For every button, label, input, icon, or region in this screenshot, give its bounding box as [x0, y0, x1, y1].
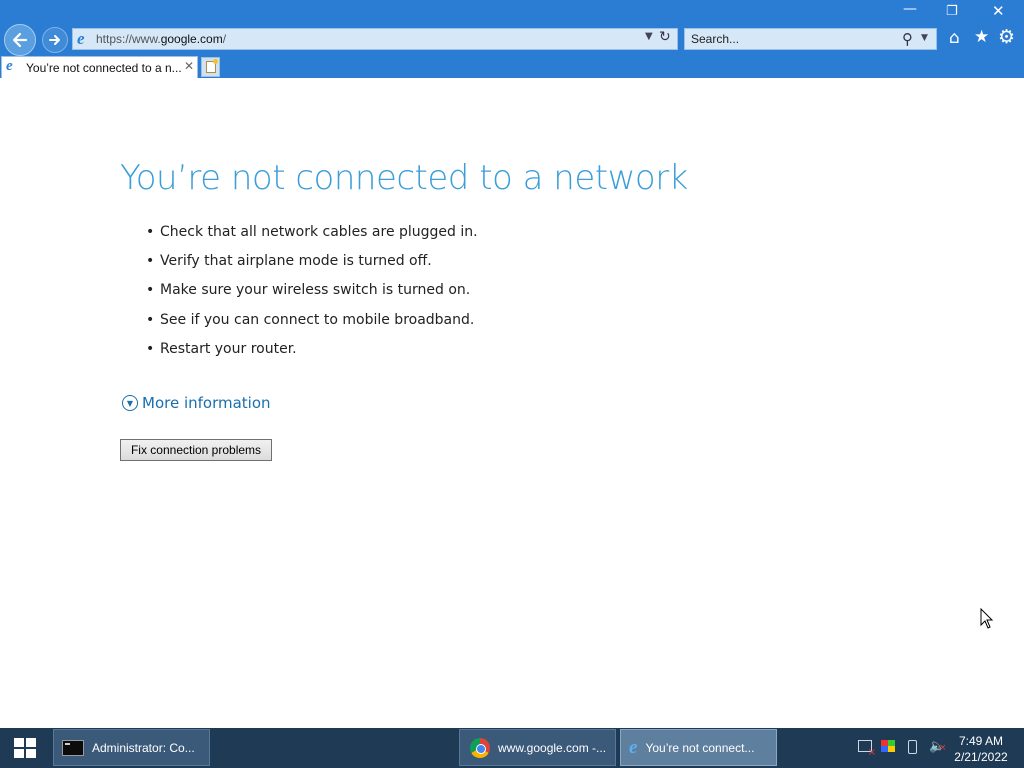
search-input[interactable]: Search... ⚲ ▼ [684, 28, 937, 50]
fix-connection-button[interactable]: Fix connection problems [120, 439, 272, 461]
favorites-star-icon[interactable]: ★ [974, 29, 989, 46]
taskbar-item-command-prompt[interactable]: Administrator: Co... [53, 729, 210, 766]
taskbar-item-chrome[interactable]: www.google.com -... [459, 729, 616, 766]
usb-device-icon[interactable] [908, 740, 917, 754]
forward-arrow-icon [49, 35, 60, 45]
network-disconnected-icon[interactable] [858, 740, 876, 758]
search-dropdown-icon[interactable]: ▼ [921, 33, 928, 43]
tab-close-icon[interactable]: ✕ [184, 59, 194, 73]
taskbar-item-label: www.google.com -... [498, 740, 607, 755]
action-center-flag-icon[interactable] [881, 740, 895, 752]
start-button[interactable] [14, 738, 36, 758]
address-bar[interactable]: e https://www.google.com/ ▼ ↻ [72, 28, 678, 50]
ie-icon: e [629, 736, 638, 758]
taskbar-item-internet-explorer[interactable]: e You’re not connect... [620, 729, 777, 766]
expand-chevron-icon[interactable]: ▼ [122, 395, 138, 411]
clock-time: 7:49 AM [958, 734, 1004, 748]
mouse-cursor-icon [980, 608, 994, 629]
close-button[interactable]: ✕ [992, 4, 1005, 19]
windows-logo-pane [14, 749, 24, 758]
settings-gear-icon[interactable]: ⚙ [998, 28, 1015, 47]
taskbar-item-label: Administrator: Co... [92, 740, 195, 755]
cmd-icon [62, 739, 84, 756]
windows-logo-icon [14, 738, 24, 747]
minimize-button[interactable]: — [903, 2, 917, 16]
search-icon[interactable]: ⚲ [902, 30, 913, 48]
chrome-icon [470, 737, 490, 758]
windows-logo-pane [26, 738, 36, 747]
new-tab-button[interactable] [201, 57, 220, 77]
taskbar-item-label: You’re not connect... [645, 740, 755, 755]
address-dropdown-icon[interactable]: ▼ [645, 31, 653, 42]
search-placeholder: Search... [691, 32, 740, 46]
troubleshooting-list: Check that all network cables are plugge… [146, 224, 478, 370]
address-url[interactable]: https://www.google.com/ [96, 32, 226, 46]
forward-button[interactable] [42, 27, 68, 53]
list-item: Make sure your wireless switch is turned… [146, 282, 478, 311]
back-arrow-icon [12, 32, 28, 48]
restore-button[interactable]: ❐ [946, 5, 958, 18]
system-clock[interactable]: 7:49 AM 2/21/2022 [947, 733, 1015, 765]
more-information-link[interactable]: ▼ More information [122, 394, 271, 412]
volume-muted-icon[interactable]: 🔈 [929, 739, 947, 754]
list-item: Check that all network cables are plugge… [146, 224, 478, 253]
ie-page-icon: e [77, 29, 85, 48]
back-button[interactable] [4, 24, 36, 56]
new-tab-icon [206, 59, 218, 73]
tab-title: You’re not connected to a n... [26, 61, 182, 75]
browser-tab[interactable]: e You’re not connected to a n... ✕ [1, 56, 198, 78]
windows-logo-pane [26, 749, 36, 758]
page-title: You’re not connected to a network [120, 158, 688, 198]
refresh-icon[interactable]: ↻ [659, 29, 671, 45]
list-item: Restart your router. [146, 341, 478, 370]
ie-tab-icon: e [6, 58, 13, 74]
clock-date: 2/21/2022 [954, 750, 1008, 764]
browser-toolbar: e https://www.google.com/ ▼ ↻ Search... … [0, 0, 1024, 78]
list-item: Verify that airplane mode is turned off. [146, 253, 478, 282]
more-information-label[interactable]: More information [142, 394, 271, 412]
list-item: See if you can connect to mobile broadba… [146, 312, 478, 341]
home-icon[interactable]: ⌂ [949, 30, 960, 47]
